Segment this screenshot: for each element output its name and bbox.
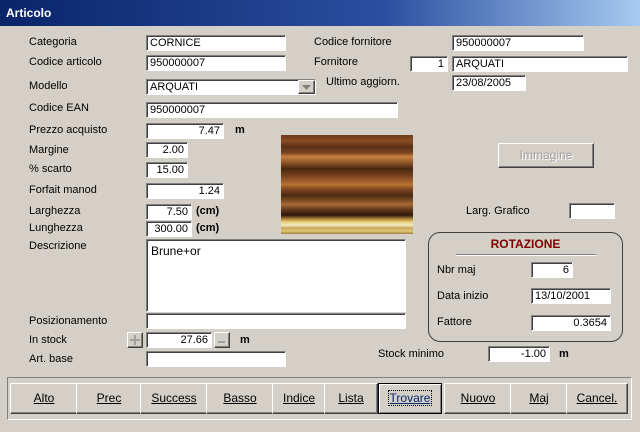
label-forfait: Forfait manod — [29, 184, 97, 196]
codice-ean-field[interactable]: 950000007 — [146, 102, 398, 118]
modello-value: ARQUATI — [150, 81, 199, 93]
immagine-button[interactable]: Immagine — [498, 143, 594, 168]
larghezza-unit: (cm) — [196, 205, 220, 217]
stock-minimo-unit: m — [559, 348, 569, 360]
stock-plus-button[interactable] — [127, 332, 143, 348]
stock-minus-button[interactable] — [214, 332, 230, 348]
label-ultimo-aggiorn: Ultimo aggiorn. — [326, 76, 400, 88]
label-codice-fornitore: Codice fornitore — [314, 36, 392, 48]
navigation-bar: Alto Prec Success Basso Indice Lista Tro… — [7, 377, 632, 420]
rotazione-divider — [456, 254, 596, 256]
categoria-field[interactable]: CORNICE — [146, 35, 286, 51]
in-stock-field[interactable]: 27.66 — [146, 332, 212, 348]
label-prezzo-acquisto: Prezzo acquisto — [29, 124, 108, 136]
nav-nuovo-button[interactable]: Nuovo — [444, 383, 512, 414]
descrizione-textarea[interactable]: Brune+or — [146, 239, 406, 312]
label-fornitore: Fornitore — [314, 56, 359, 68]
lunghezza-field[interactable]: 300.00 — [146, 221, 192, 237]
prezzo-acquisto-field[interactable]: 7.47 — [146, 123, 224, 139]
label-categoria: Categoria — [29, 36, 77, 48]
nav-alto-button[interactable]: Alto — [10, 383, 78, 414]
rotazione-title: ROTAZIONE — [490, 237, 561, 251]
fornitore-number-field[interactable]: 1 — [410, 56, 448, 72]
larg-grafico-field[interactable] — [569, 203, 615, 219]
label-larghezza: Larghezza — [29, 205, 81, 217]
modello-dropdown-button[interactable] — [298, 80, 315, 94]
margine-field[interactable]: 2.00 — [146, 142, 188, 158]
label-posizionamento: Posizionamento — [29, 315, 108, 327]
forfait-field[interactable]: 1.24 — [146, 183, 224, 199]
label-in-stock: In stock — [29, 334, 67, 346]
stock-minimo-field[interactable]: -1.00 — [488, 346, 550, 362]
frame-profile-image — [281, 135, 413, 234]
label-fattore: Fattore — [437, 316, 472, 328]
label-descrizione: Descrizione — [29, 240, 87, 252]
nav-success-button[interactable]: Success — [140, 383, 208, 414]
nav-maj-button[interactable]: Maj — [510, 383, 568, 414]
label-codice-ean: Codice EAN — [29, 102, 89, 114]
modello-select[interactable]: ARQUATI — [146, 79, 316, 95]
ultimo-aggiorn-field[interactable]: 23/08/2005 — [452, 75, 526, 91]
codice-fornitore-field[interactable]: 950000007 — [452, 35, 584, 51]
title-bar: Articolo — [0, 0, 640, 26]
nav-prec-button[interactable]: Prec — [76, 383, 142, 414]
minus-icon — [218, 341, 225, 343]
data-inizio-field[interactable]: 13/10/2001 — [531, 288, 611, 304]
label-lunghezza: Lunghezza — [29, 222, 83, 234]
label-art-base: Art. base — [29, 353, 74, 365]
nbr-maj-field[interactable]: 6 — [531, 262, 573, 278]
nav-basso-button[interactable]: Basso — [206, 383, 274, 414]
nav-trovare-label: Trovare — [387, 390, 433, 406]
label-modello: Modello — [29, 80, 68, 92]
prezzo-unit: m — [235, 124, 245, 136]
label-stock-minimo: Stock minimo — [378, 348, 445, 360]
label-scarto: % scarto — [29, 163, 72, 175]
nav-cancel-button[interactable]: Cancel. — [566, 383, 628, 414]
plus-icon — [130, 335, 140, 345]
fornitore-name-field[interactable]: ARQUATI — [452, 56, 628, 72]
codice-articolo-field[interactable]: 950000007 — [146, 55, 286, 71]
window-title: Articolo — [6, 6, 52, 20]
label-margine: Margine — [29, 144, 69, 156]
scarto-field[interactable]: 15.00 — [146, 162, 188, 178]
lunghezza-unit: (cm) — [196, 222, 220, 234]
rotazione-panel: ROTAZIONE Nbr maj 6 Data inizio 13/10/20… — [428, 232, 623, 342]
fattore-field[interactable]: 0.3654 — [531, 315, 611, 331]
label-larg-grafico: Larg. Grafico — [466, 205, 530, 217]
stock-unit: m — [240, 334, 250, 346]
chevron-down-icon — [302, 85, 311, 90]
nav-trovare-button[interactable]: Trovare — [378, 383, 442, 414]
label-data-inizio: Data inizio — [437, 290, 489, 302]
larghezza-field[interactable]: 7.50 — [146, 204, 192, 220]
posizionamento-field[interactable] — [146, 313, 406, 329]
nav-indice-button[interactable]: Indice — [272, 383, 326, 414]
nav-lista-button[interactable]: Lista — [324, 383, 378, 414]
label-codice-articolo: Codice articolo — [29, 56, 102, 68]
label-nbr-maj: Nbr maj — [437, 264, 476, 276]
art-base-field[interactable] — [146, 351, 286, 367]
